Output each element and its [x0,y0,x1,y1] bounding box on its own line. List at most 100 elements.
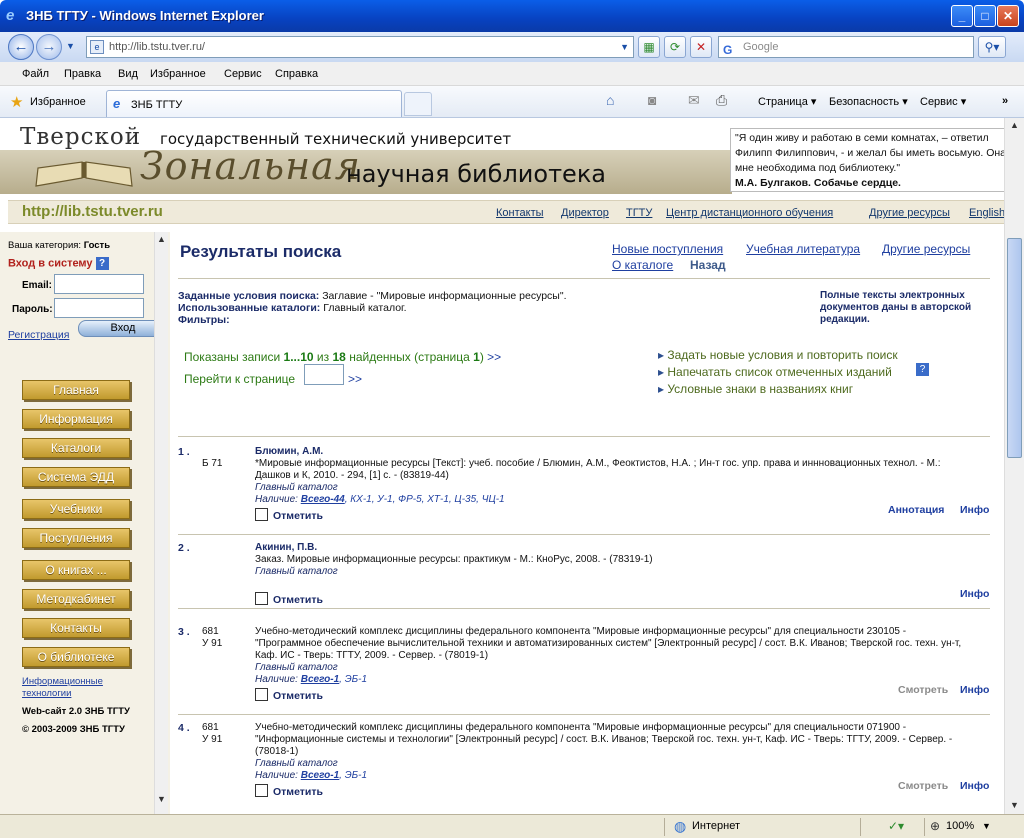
stop-icon[interactable]: ✕ [690,36,712,58]
record-code: У 91 [202,638,223,649]
link-about-catalog[interactable]: О каталоге [612,258,673,272]
print-icon[interactable]: ⎙ [716,92,727,109]
cmd-page[interactable]: Страница ▾ [758,95,816,108]
nav-distance-learning[interactable]: Центр дистанционного обучения [666,207,833,219]
info-link[interactable]: Инфо [960,588,989,600]
status-bar: ◍ Интернет ✓▾ ⊕ 100% ▼ [0,814,1024,838]
menu-file[interactable]: Файл [22,68,49,80]
print-help-icon[interactable]: ? [916,363,929,376]
zoom-dropdown-icon[interactable]: ▼ [982,821,991,831]
browser-tab[interactable]: e ЗНБ ТГТУ [106,90,402,117]
sidebar-scrollbar[interactable]: ▲ ▼ [154,232,168,814]
menu-view[interactable]: Вид [118,68,138,80]
used-catalogs: Использованные каталоги: Главный каталог… [178,302,407,314]
info-link[interactable]: Инфо [960,504,989,516]
mark-checkbox[interactable] [255,688,268,701]
new-tab-button[interactable] [404,92,432,116]
nav-btn-contacts[interactable]: Контакты [22,618,130,638]
maximize-button[interactable]: □ [974,5,996,27]
link-textbooks[interactable]: Учебная литература [746,242,860,256]
user-category: Ваша категория: Гость [8,240,111,251]
goto-page-button[interactable]: >> [348,372,362,386]
mark-checkbox[interactable] [255,508,268,521]
availability-total-link[interactable]: Всего-1 [301,674,339,685]
nav-btn-textbooks[interactable]: Учебники [22,499,130,519]
scroll-down-icon[interactable]: ▼ [1010,800,1019,810]
email-field[interactable] [54,274,144,294]
compat-view-icon[interactable]: ▦ [638,36,660,58]
nav-btn-information[interactable]: Информация [22,409,130,429]
nav-btn-about-library[interactable]: О библиотеке [22,647,130,667]
help-icon[interactable]: ? [95,257,109,270]
forward-button[interactable]: → [36,34,62,60]
action-legend[interactable]: Условные знаки в названиях книг [658,382,853,396]
home-icon[interactable]: ⌂ [606,92,614,108]
availability-total-link[interactable]: Всего-44 [301,494,345,505]
nav-btn-home[interactable]: Главная [22,380,130,400]
page-scrollbar[interactable]: ▲ ▼ [1004,118,1024,814]
next-page-link[interactable]: >> [487,350,501,364]
menu-tools[interactable]: Сервис [224,68,262,80]
address-dropdown-icon[interactable]: ▼ [620,37,629,57]
favorites-button[interactable]: Избранное [30,96,86,108]
search-button[interactable]: ⚲▾ [978,36,1006,58]
view-link[interactable]: Смотреть [898,684,948,696]
record-catalog: Главный каталог [255,566,338,577]
link-new-arrivals[interactable]: Новые поступления [612,242,723,256]
mark-checkbox[interactable] [255,592,268,605]
nav-btn-methods[interactable]: Методкабинет [22,589,130,609]
nav-btn-arrivals[interactable]: Поступления [22,528,130,548]
favorites-star-icon[interactable]: ★ [10,93,23,111]
menu-favorites[interactable]: Избранное [150,68,206,80]
zoom-level[interactable]: 100% [946,820,974,832]
nav-english[interactable]: English [969,207,1004,219]
minimize-button[interactable]: _ [951,5,973,27]
view-link[interactable]: Смотреть [898,780,948,792]
action-new-search[interactable]: Задать новые условия и повторить поиск [658,348,897,362]
record-code: 681 [202,722,219,733]
back-button[interactable]: ← [8,34,34,60]
nav-contacts[interactable]: Контакты [496,207,544,219]
refresh-icon[interactable]: ⟳ [664,36,686,58]
mark-checkbox[interactable] [255,784,268,797]
nav-tstu[interactable]: ТГТУ [626,207,652,219]
menu-edit[interactable]: Правка [64,68,101,80]
register-link[interactable]: Регистрация [8,329,69,341]
nav-btn-about-books[interactable]: О книгах ... [22,560,130,580]
info-link[interactable]: Инфо [960,684,989,696]
annotation-link[interactable]: Аннотация [888,504,944,516]
cmd-security[interactable]: Безопасность ▾ [829,95,908,108]
protected-mode-icon[interactable]: ✓▾ [888,819,904,833]
scroll-up-icon[interactable]: ▲ [157,234,166,244]
mail-icon[interactable]: ✉ [688,92,700,109]
scroll-down-icon[interactable]: ▼ [157,794,166,804]
scroll-up-icon[interactable]: ▲ [1010,120,1019,130]
scroll-thumb[interactable] [1007,238,1022,458]
nav-btn-catalogs[interactable]: Каталоги [22,438,130,458]
nav-btn-edd[interactable]: Система ЭДД [22,467,130,487]
nav-director[interactable]: Директор [561,207,609,219]
link-other-resources[interactable]: Другие ресурсы [882,242,970,256]
nav-other-resources[interactable]: Другие ресурсы [869,207,950,219]
password-field[interactable] [54,298,144,318]
status-separator [860,818,861,836]
record-description: Заказ. Мировые информационные ресурсы: п… [255,554,653,565]
action-print-marked[interactable]: Напечатать список отмеченных изданий [658,365,891,379]
address-field[interactable]: e http://lib.tstu.tver.ru/ ▼ [86,36,634,58]
info-link[interactable]: Инфо [960,780,989,792]
mark-label: Отметить [273,594,323,606]
availability-total-link[interactable]: Всего-1 [301,770,339,781]
info-tech-link[interactable]: Информационные технологии [22,676,103,700]
link-back[interactable]: Назад [690,258,726,272]
close-button[interactable]: ✕ [997,5,1019,27]
record-body: Акинин, П.В. Заказ. Мировые информационн… [255,542,975,578]
menu-help[interactable]: Справка [275,68,318,80]
page-number-input[interactable] [304,364,344,385]
zoom-icon[interactable]: ⊕ [930,819,940,833]
more-chevron-icon[interactable]: » [1002,95,1008,107]
search-input[interactable]: G Google [718,36,974,58]
cmd-tools[interactable]: Сервис ▾ [920,95,966,108]
rss-icon[interactable]: ◙ [648,92,656,108]
history-dropdown-icon[interactable]: ▼ [66,41,75,51]
site-url[interactable]: http://lib.tstu.tver.ru [22,203,163,220]
